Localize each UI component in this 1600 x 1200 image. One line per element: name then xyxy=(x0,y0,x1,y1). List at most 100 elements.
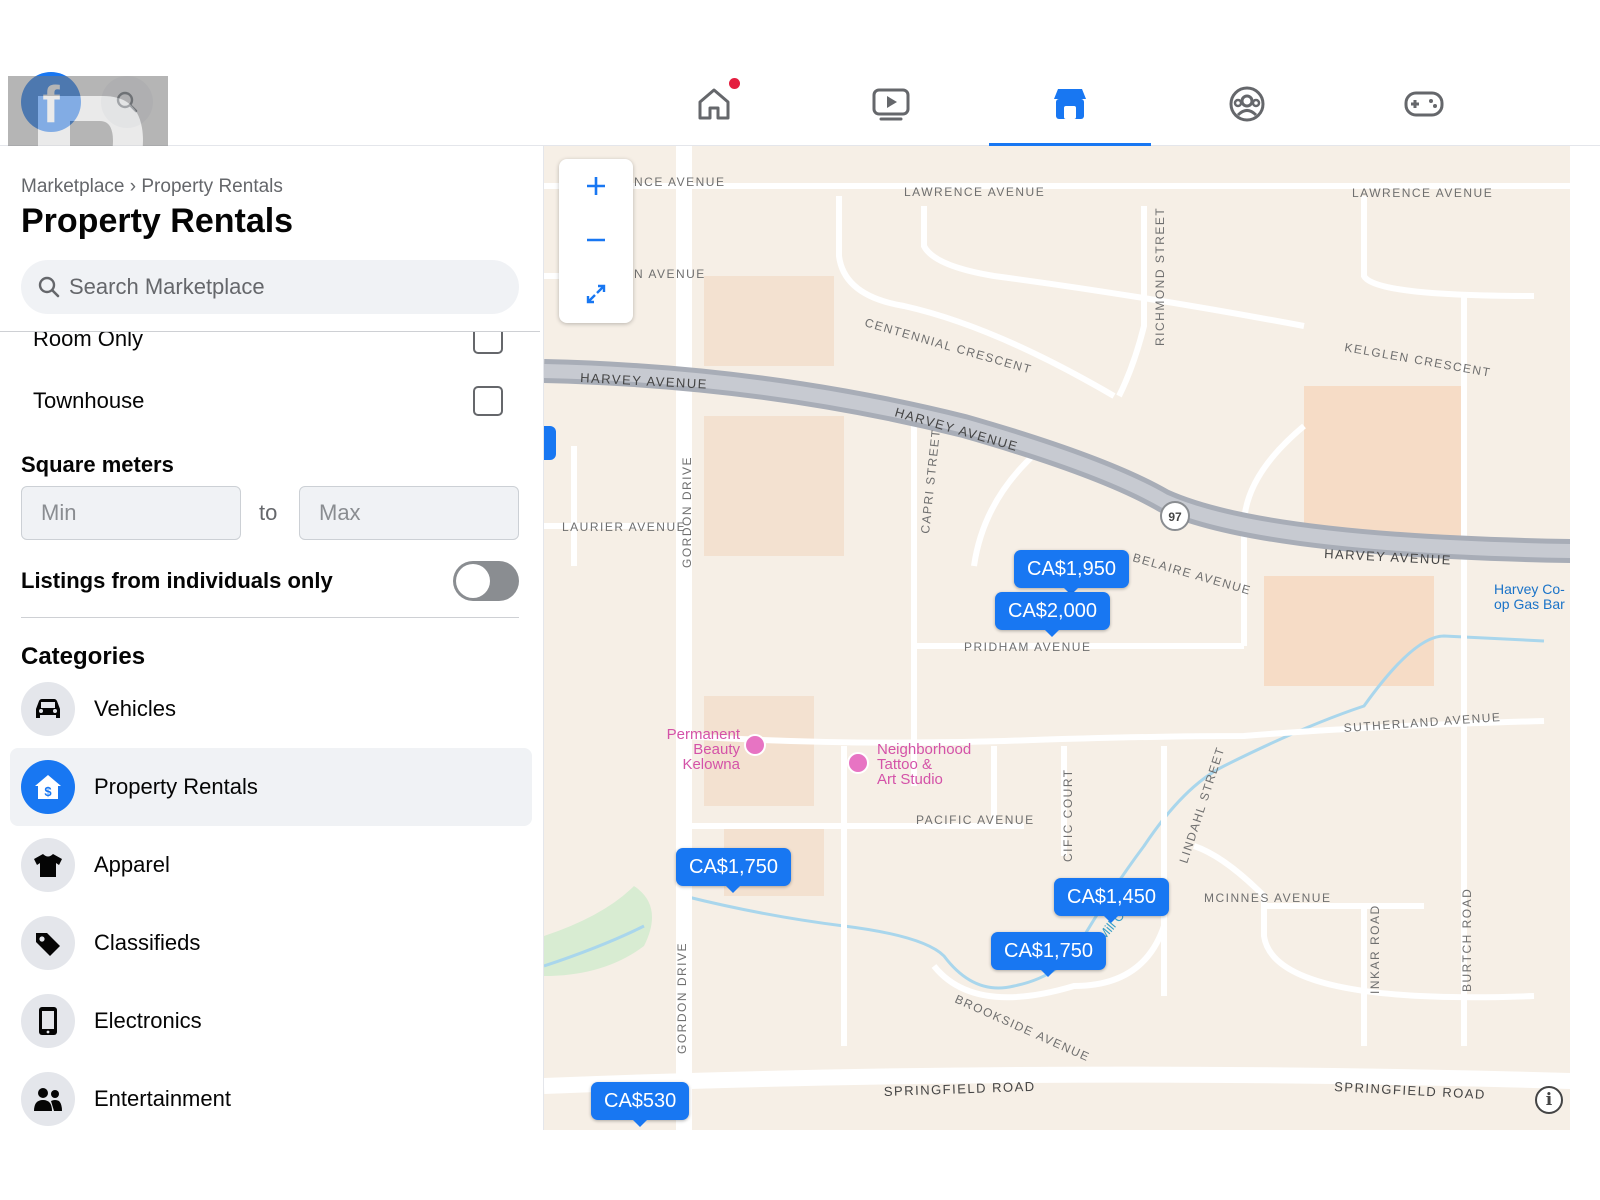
category-apparel[interactable]: Apparel xyxy=(10,826,532,904)
video-icon xyxy=(872,88,910,121)
min-square-meters-input[interactable]: Min xyxy=(21,486,241,540)
map-info-button[interactable]: i xyxy=(1535,1086,1563,1114)
filter-label: Townhouse xyxy=(33,388,145,413)
search-icon xyxy=(38,276,60,298)
street-label: HARVEY AVENUE xyxy=(580,370,709,392)
search-placeholder: Search Marketplace xyxy=(69,274,265,299)
marketplace-icon xyxy=(1054,89,1086,119)
tab-marketplace[interactable] xyxy=(989,64,1151,147)
notification-dot xyxy=(729,78,740,89)
zoom-out-button[interactable] xyxy=(559,213,633,267)
max-square-meters-input[interactable]: Max xyxy=(299,486,519,540)
street-label: CAPRI STREET xyxy=(918,428,943,534)
tab-gaming[interactable] xyxy=(1343,64,1505,144)
category-classifieds[interactable]: Classifieds xyxy=(10,904,532,982)
street-label: CIFIC COURT xyxy=(1061,768,1075,862)
street-label: PACIFIC AVENUE xyxy=(916,813,1035,827)
category-vehicles[interactable]: Vehicles xyxy=(10,670,532,748)
categories-heading: Categories xyxy=(21,643,146,670)
tag-icon xyxy=(21,916,75,970)
price-pin[interactable]: CA$530 xyxy=(591,1082,690,1127)
breadcrumb[interactable]: Marketplace › Property Rentals xyxy=(21,176,283,198)
price-pin[interactable]: CA$2,000 xyxy=(995,592,1110,637)
street-label: NCE AVENUE xyxy=(634,175,725,189)
street-label: PRIDHAM AVENUE xyxy=(964,640,1091,654)
street-label: BELAIRE AVENUE xyxy=(1131,550,1253,597)
street-label: GORDON DRIVE xyxy=(675,942,689,1054)
phone-icon xyxy=(21,994,75,1048)
street-label: LAWRENCE AVENUE xyxy=(1352,186,1493,200)
street-label: HARVEY AVENUE xyxy=(1324,546,1453,568)
category-label: Electronics xyxy=(94,1008,202,1033)
price-pin[interactable]: CA$1,950 xyxy=(1014,550,1129,595)
range-to-label: to xyxy=(259,500,278,525)
price-pin[interactable]: CA$1,450 xyxy=(1054,878,1169,923)
rentals-map[interactable]: NCE AVENUE LAWRENCE AVENUE LAWRENCE AVEN… xyxy=(543,146,1570,1130)
street-label: HARVEY AVENUE xyxy=(893,404,1020,454)
individuals-only-toggle[interactable] xyxy=(453,561,519,601)
svg-text:$: $ xyxy=(44,784,52,799)
search-button[interactable] xyxy=(101,76,153,128)
map-zoom-controls xyxy=(559,159,633,323)
poi-permanent-beauty-kelowna[interactable]: Permanent Beauty Kelowna xyxy=(664,727,740,772)
home-icon xyxy=(698,88,730,120)
house-dollar-icon: $ xyxy=(21,760,75,814)
street-label: RICHMOND STREET xyxy=(1153,207,1167,346)
poi-neighborhood-tattoo[interactable]: Neighborhood Tattoo & Art Studio xyxy=(877,742,971,787)
street-label: BROOKSIDE AVENUE xyxy=(953,992,1093,1064)
tab-groups[interactable] xyxy=(1166,64,1328,144)
tab-watch[interactable] xyxy=(810,64,972,144)
street-label: SPRINGFIELD ROAD xyxy=(884,1079,1036,1099)
street-label: LINDAHL STREET xyxy=(1177,745,1228,865)
search-icon xyxy=(116,91,138,113)
poi-heart-marker-icon[interactable] xyxy=(744,734,766,756)
category-label: Apparel xyxy=(94,852,170,877)
street-label: MCINNES AVENUE xyxy=(1204,891,1331,905)
street-label: GORDON DRIVE xyxy=(680,456,694,568)
room-only-checkbox[interactable] xyxy=(473,332,503,354)
people-icon xyxy=(21,1072,75,1126)
minus-icon xyxy=(587,238,605,242)
street-label: CENTENNIAL CRESCENT xyxy=(863,315,1034,376)
category-electronics[interactable]: Electronics xyxy=(10,982,532,1060)
highway-shield-label: 97 xyxy=(1168,510,1182,524)
street-label: INKAR ROAD xyxy=(1368,904,1382,994)
page-title: Property Rentals xyxy=(21,202,294,240)
street-label: N AVENUE xyxy=(634,267,706,281)
marketplace-sidebar: Marketplace › Property Rentals Property … xyxy=(0,146,540,1130)
facebook-logo-icon[interactable]: f xyxy=(21,72,81,132)
gaming-icon xyxy=(1404,91,1444,117)
tab-home[interactable] xyxy=(633,64,795,144)
poi-harvey-coop-gas-bar[interactable]: Harvey Co-op Gas Bar xyxy=(1494,582,1565,612)
filter-townhouse[interactable]: Townhouse xyxy=(33,382,503,422)
toggle-knob xyxy=(456,564,490,598)
street-label: SPRINGFIELD ROAD xyxy=(1334,1079,1486,1102)
shirt-icon xyxy=(21,838,75,892)
category-label: Classifieds xyxy=(94,930,201,955)
category-label: Property Rentals xyxy=(94,774,258,799)
fullscreen-button[interactable] xyxy=(559,267,633,321)
street-label: KELGLEN CRESCENT xyxy=(1343,340,1492,380)
street-label: BURTCH ROAD xyxy=(1460,888,1474,992)
street-labels: NCE AVENUE LAWRENCE AVENUE LAWRENCE AVEN… xyxy=(562,175,1502,1102)
marketplace-search-input[interactable]: Search Marketplace xyxy=(21,260,519,314)
street-label: SUTHERLAND AVENUE xyxy=(1343,710,1502,735)
poi-heart-marker-icon[interactable] xyxy=(847,752,869,774)
filter-room-only[interactable]: Room Only xyxy=(33,332,503,360)
square-meters-label: Square meters xyxy=(21,452,174,477)
category-property-rentals[interactable]: $ Property Rentals xyxy=(10,748,532,826)
price-pin[interactable]: CA$1,750 xyxy=(676,848,791,893)
townhouse-checkbox[interactable] xyxy=(473,386,503,416)
category-label: Entertainment xyxy=(94,1086,231,1111)
car-icon xyxy=(21,682,75,736)
street-label: LAURIER AVENUE xyxy=(562,520,686,534)
section-divider xyxy=(21,617,519,618)
zoom-in-button[interactable] xyxy=(559,159,633,213)
groups-icon xyxy=(1229,86,1265,122)
plus-icon xyxy=(587,177,605,195)
individuals-only-label: Listings from individuals only xyxy=(21,568,333,593)
category-entertainment[interactable]: Entertainment xyxy=(10,1060,532,1130)
category-label: Vehicles xyxy=(94,696,176,721)
price-pin[interactable]: CA$1,750 xyxy=(991,932,1106,977)
filter-panel: Room Only Townhouse Square meters Min to… xyxy=(0,331,540,1130)
